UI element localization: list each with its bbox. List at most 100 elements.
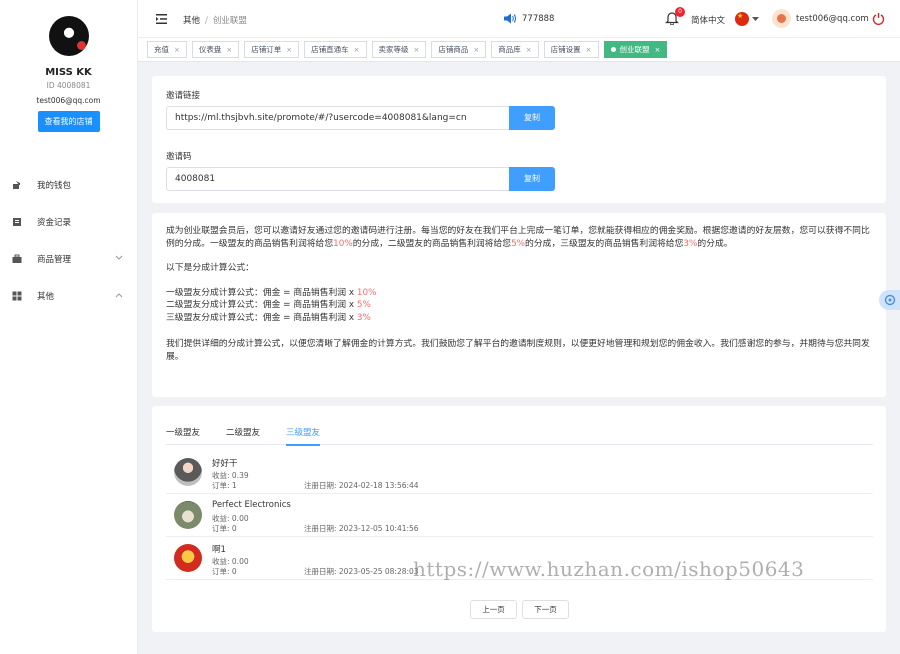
briefcase-icon — [12, 254, 22, 264]
tab-recharge[interactable]: 充值 × — [147, 41, 187, 58]
formula-line-2: 二级盟友分成计算公式：佣金 = 商品销售利润 x 5% — [166, 299, 876, 312]
member-date: 注册日期: 2023-12-05 10:41:56 — [304, 524, 419, 533]
sidebar-menu: 我的钱包 资金记录 商品管理 其他 — [0, 166, 137, 314]
invite-code-field[interactable]: 4008081 — [166, 167, 510, 191]
tab-label: 充值 — [154, 45, 169, 54]
formula-pct: 5% — [356, 300, 371, 310]
close-icon[interactable]: × — [586, 46, 592, 54]
invite-code-label: 邀请码 — [166, 152, 192, 162]
prev-page-button[interactable]: 上一页 — [470, 600, 517, 619]
close-icon[interactable]: × — [655, 46, 661, 54]
avatar — [48, 16, 89, 56]
invite-card: 邀请链接 https://ml.thsjbvh.site/promote/#/?… — [152, 76, 886, 203]
tab-store-products[interactable]: 店铺商品 × — [431, 41, 487, 58]
profile-id: ID 4008081 — [46, 81, 91, 90]
formula-text: 二级盟友分成计算公式：佣金 = 商品销售利润 x — [166, 300, 357, 310]
tab-label: 店铺设置 — [550, 45, 581, 54]
bell-icon[interactable]: 0 — [665, 7, 685, 26]
formula-pct: 3% — [356, 312, 371, 323]
tab-label: 创业联盟 — [619, 45, 650, 54]
sidebar-item-label: 我的钱包 — [37, 180, 72, 191]
sidebar: MISS KK ID 4008081 test006@qq.com 查看我的店铺… — [0, 0, 138, 654]
tab-label: 仪表盘 — [198, 45, 222, 54]
member-avatar — [174, 501, 202, 529]
close-icon[interactable]: × — [414, 46, 420, 54]
top-bar: 其他/创业联盟 777888 0 简体中文 test006@qq.com — [138, 0, 900, 38]
intro-paragraph: 成为创业联盟会员后，您可以邀请好友通过您的邀请码进行注册。每当您的好友在我们平台… — [166, 225, 876, 250]
member-avatar — [174, 458, 202, 486]
close-icon[interactable]: × — [473, 46, 479, 54]
tab-label: 店铺直通车 — [311, 45, 349, 54]
next-page-button[interactable]: 下一页 — [522, 600, 569, 619]
power-icon[interactable] — [872, 12, 885, 25]
list-item[interactable]: Perfect Electronics 收益: 0.00 订单: 0 注册日期:… — [166, 495, 873, 537]
pct-level-3: 3% — [683, 238, 698, 249]
formula-line-3: 三级盟友分成计算公式：佣金 = 商品销售利润 x 3% — [166, 312, 876, 325]
formula-text: 三级盟友分成计算公式：佣金 = 商品销售利润 x — [166, 312, 357, 323]
intro-text: 的分成。 — [697, 238, 733, 249]
copy-link-button[interactable]: 复制 — [509, 106, 555, 130]
tab-seller-level[interactable]: 卖家等级 × — [371, 41, 427, 58]
tab-dashboard[interactable]: 仪表盘 × — [191, 41, 240, 58]
invite-link-label: 邀请链接 — [166, 91, 201, 101]
view-store-button[interactable]: 查看我的店铺 — [37, 111, 100, 132]
user-email[interactable]: test006@qq.com — [796, 14, 869, 24]
profile-panel: MISS KK ID 4008081 test006@qq.com 查看我的店铺 — [0, 0, 137, 132]
tab-label: 卖家等级 — [378, 45, 409, 54]
tab-label: 商品库 — [498, 45, 521, 54]
formula-line-1: 一级盟友分成计算公式：佣金 = 商品销售利润 x 10% — [166, 287, 876, 300]
member-orders: 订单: 0 — [212, 567, 237, 576]
member-name: 好好干 — [212, 459, 238, 469]
description-text: 成为创业联盟会员后，您可以邀请好友通过您的邀请码进行注册。每当您的好友在我们平台… — [166, 225, 876, 363]
profile-email: test006@qq.com — [36, 96, 101, 105]
notification-badge: 0 — [675, 7, 685, 17]
tab-product-library[interactable]: 商品库 × — [491, 41, 539, 58]
sidebar-item-records[interactable]: 资金记录 — [0, 203, 137, 240]
sidebar-item-products[interactable]: 商品管理 — [0, 240, 137, 277]
close-icon[interactable]: × — [286, 46, 292, 54]
breadcrumb-item[interactable]: 其他 — [183, 16, 200, 26]
active-dot-icon — [610, 47, 616, 52]
list-item[interactable]: 好好干 收益: 0.39 订单: 1 注册日期: 2024-02-18 13:5… — [166, 452, 873, 494]
wallet-icon — [12, 180, 22, 190]
copy-code-button[interactable]: 复制 — [509, 167, 555, 191]
member-date: 注册日期: 2023-05-25 08:28:03 — [304, 567, 419, 576]
grid-icon — [12, 291, 22, 301]
pct-level-2: 5% — [511, 238, 526, 249]
tab-store-express[interactable]: 店铺直通车 × — [304, 41, 367, 58]
members-card: 一级盟友 二级盟友 三级盟友 好好干 收益: 0.39 订单: 1 注册日期: … — [152, 406, 886, 632]
menu-fold-icon[interactable] — [156, 14, 167, 24]
member-orders: 订单: 0 — [212, 524, 237, 533]
settings-float-button[interactable] — [879, 290, 900, 310]
tab-level-3[interactable]: 三级盟友 — [286, 426, 321, 446]
user-avatar[interactable] — [772, 9, 791, 28]
intro-text: 的分成，三级盟友的商品销售利润将给您 — [525, 238, 684, 249]
tab-level-1[interactable]: 一级盟友 — [166, 426, 200, 445]
pct-level-1: 10% — [333, 238, 353, 249]
tab-alliance[interactable]: 创业联盟 × — [603, 41, 668, 58]
level-tabs: 一级盟友 二级盟友 三级盟友 — [166, 426, 873, 446]
formula-title: 以下是分成计算公式： — [166, 263, 254, 273]
language-label[interactable]: 简体中文 — [691, 14, 725, 26]
notice-bar[interactable]: 777888 — [503, 12, 554, 25]
close-icon[interactable]: × — [526, 46, 532, 54]
china-flag-icon[interactable] — [735, 12, 749, 26]
sidebar-item-wallet[interactable]: 我的钱包 — [0, 166, 137, 203]
invite-link-field[interactable]: https://ml.thsjbvh.site/promote/#/?userc… — [166, 106, 510, 130]
formula-text: 一级盟友分成计算公式：佣金 = 商品销售利润 x — [166, 287, 357, 298]
notice-count: 777888 — [522, 13, 555, 24]
tab-store-orders[interactable]: 店铺订单 × — [244, 41, 300, 58]
member-name: 啊1 — [212, 545, 226, 555]
sidebar-item-other[interactable]: 其他 — [0, 277, 137, 314]
breadcrumb: 其他 / 创业联盟 — [183, 16, 247, 26]
member-date: 注册日期: 2024-02-18 13:56:44 — [304, 481, 419, 490]
tab-label: 店铺商品 — [438, 45, 469, 54]
tab-level-2[interactable]: 二级盟友 — [226, 426, 260, 445]
tab-store-settings[interactable]: 店铺设置 × — [543, 41, 599, 58]
sidebar-item-label: 其他 — [37, 291, 55, 302]
close-icon[interactable]: × — [174, 46, 180, 54]
record-icon — [12, 217, 22, 227]
close-icon[interactable]: × — [354, 46, 360, 54]
close-icon[interactable]: × — [226, 46, 232, 54]
caret-down-icon[interactable] — [752, 15, 759, 21]
